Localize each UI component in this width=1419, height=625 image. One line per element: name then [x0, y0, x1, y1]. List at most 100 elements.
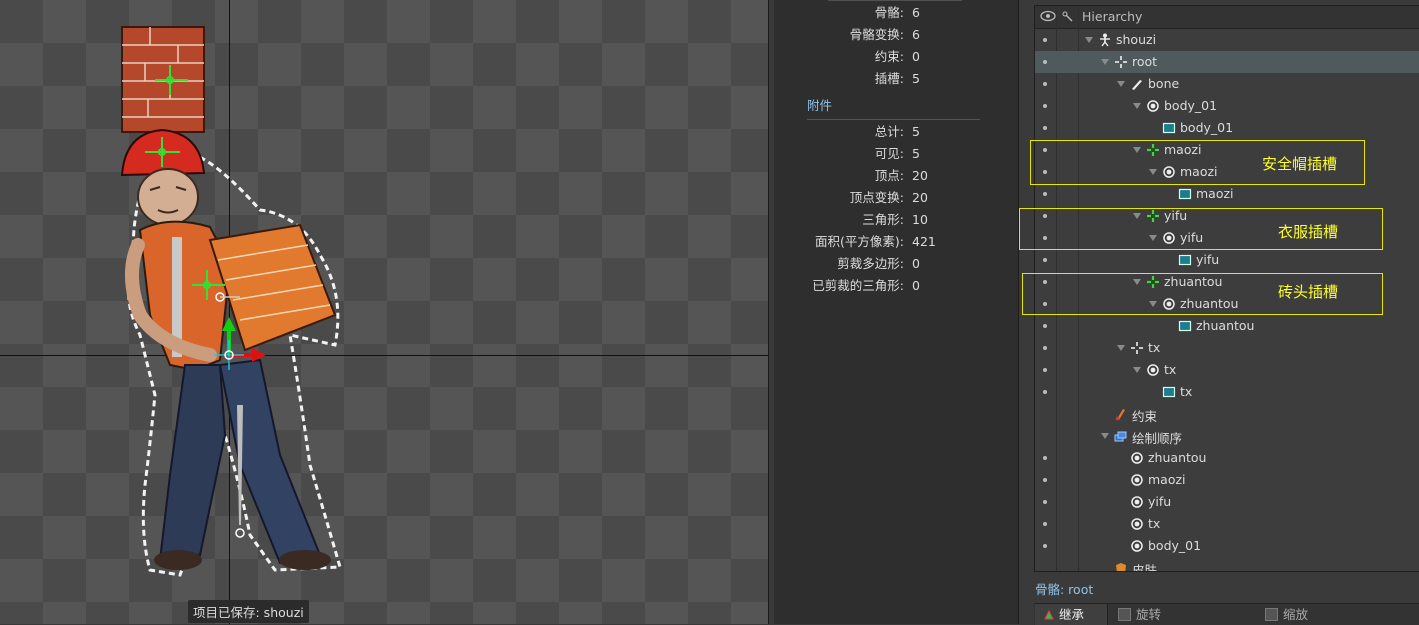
metric-label: 面积(平方像素): — [815, 234, 904, 249]
hierarchy-row[interactable]: 绘制顺序 — [1035, 425, 1419, 447]
visibility-dot[interactable] — [1043, 192, 1047, 196]
metric-label: 总计: — [874, 124, 904, 139]
node-label: body_01 — [1180, 120, 1234, 135]
inherit-label: 继承 — [1059, 607, 1085, 622]
metric-value: 6 — [912, 5, 920, 20]
metric-row: 面积(平方像素): 421 — [774, 231, 1018, 253]
metric-row: 剪裁多边形: 0 — [774, 253, 1018, 275]
node-label: tx — [1148, 516, 1161, 531]
hierarchy-header: Hierarchy — [1035, 6, 1419, 29]
node-label: maozi — [1196, 186, 1234, 201]
hierarchy-row[interactable]: body_01 — [1035, 535, 1419, 557]
hierarchy-row[interactable]: bone — [1035, 73, 1419, 95]
visibility-dot[interactable] — [1043, 500, 1047, 504]
visibility-dot[interactable] — [1043, 82, 1047, 86]
bone-column-icon[interactable] — [1062, 11, 1074, 23]
visibility-dot[interactable] — [1043, 324, 1047, 328]
metric-value: 10 — [912, 212, 928, 227]
hierarchy-row[interactable]: shouzi — [1035, 29, 1419, 51]
region-icon — [1178, 320, 1192, 332]
expand-arrow-icon[interactable] — [1117, 345, 1125, 351]
node-label: body_01 — [1148, 538, 1202, 553]
hierarchy-row[interactable]: yifu — [1035, 249, 1419, 271]
worker-character-art[interactable] — [100, 15, 360, 585]
bone-properties-bar: 继承 旋转 缩放 — [1034, 603, 1419, 625]
node-label: zhuantou — [1148, 450, 1207, 465]
node-label: 绘制顺序 — [1132, 431, 1183, 446]
metric-value: 5 — [912, 146, 920, 161]
expand-arrow-icon[interactable] — [1101, 59, 1109, 65]
visibility-dot[interactable] — [1043, 104, 1047, 108]
annotation-helmet-slot: 安全帽插槽 — [1262, 155, 1338, 173]
slot-icon — [1131, 452, 1143, 464]
hierarchy-row[interactable]: tx — [1035, 359, 1419, 381]
node-label: maozi — [1148, 472, 1186, 487]
node-label: tx — [1164, 362, 1177, 377]
visibility-dot[interactable] — [1043, 478, 1047, 482]
hierarchy-row[interactable]: root — [1035, 51, 1419, 73]
attachments-heading: 附件 — [807, 98, 833, 113]
metric-value: 5 — [912, 124, 920, 139]
region-icon — [1162, 386, 1176, 398]
hierarchy-row[interactable]: body_01 — [1035, 117, 1419, 139]
metric-row: 顶点: 20 — [774, 165, 1018, 187]
expand-arrow-icon[interactable] — [1101, 433, 1109, 439]
visibility-dot[interactable] — [1043, 522, 1047, 526]
scale-label: 缩放 — [1283, 607, 1309, 622]
visibility-dot[interactable] — [1043, 126, 1047, 130]
inherit-icon — [1044, 609, 1054, 620]
expand-arrow-icon[interactable] — [1133, 367, 1141, 373]
panel-divider[interactable] — [768, 0, 769, 624]
expand-arrow-icon[interactable] — [1133, 103, 1141, 109]
save-toast: 项目已保存: shouzi — [188, 600, 309, 623]
metric-value: 421 — [912, 234, 936, 249]
hierarchy-row[interactable]: body_01 — [1035, 95, 1419, 117]
hierarchy-row[interactable]: tx — [1035, 513, 1419, 535]
skeleton-icon — [1100, 33, 1110, 47]
metric-row: 骨骼变换: 6 — [774, 24, 1018, 46]
region-icon — [1178, 254, 1192, 266]
metric-label: 已剪裁的三角形: — [812, 278, 904, 293]
hierarchy-row[interactable]: 约束 — [1035, 403, 1419, 425]
annotation-clothes-slot: 衣服插槽 — [1278, 223, 1339, 241]
node-label: root — [1132, 54, 1158, 69]
visibility-dot[interactable] — [1043, 368, 1047, 372]
visibility-dot[interactable] — [1043, 456, 1047, 460]
hierarchy-row[interactable]: maozi — [1035, 469, 1419, 491]
hierarchy-row[interactable]: 皮肤 — [1035, 557, 1419, 571]
expand-arrow-icon[interactable] — [1085, 37, 1093, 43]
visibility-dot[interactable] — [1043, 38, 1047, 42]
attachments-divider — [807, 119, 980, 120]
metric-value: 6 — [912, 27, 920, 42]
inherit-scale-toggle[interactable]: 缩放 — [1265, 604, 1308, 625]
hierarchy-row[interactable]: maozi — [1035, 183, 1419, 205]
region-icon — [1178, 188, 1192, 200]
metric-value: 5 — [912, 71, 920, 86]
hierarchy-row[interactable]: tx — [1035, 381, 1419, 403]
node-label: yifu — [1148, 494, 1172, 509]
draw-order-icon — [1114, 431, 1127, 442]
inherit-rotate-toggle[interactable]: 旋转 — [1118, 604, 1161, 625]
scale-checkbox[interactable] — [1265, 608, 1278, 621]
panel-divider-2[interactable] — [1018, 0, 1019, 624]
expand-arrow-icon[interactable] — [1117, 81, 1125, 87]
hierarchy-row[interactable]: zhuantou — [1035, 315, 1419, 337]
hierarchy-row[interactable]: zhuantou — [1035, 447, 1419, 469]
visibility-dot[interactable] — [1043, 258, 1047, 262]
visibility-dot[interactable] — [1043, 544, 1047, 548]
metric-row: 骨骼: 6 — [774, 2, 1018, 24]
visibility-dot[interactable] — [1043, 390, 1047, 394]
metric-label: 顶点: — [874, 168, 904, 183]
viewport-canvas[interactable]: 项目已保存: shouzi — [0, 0, 768, 624]
inherit-tab[interactable]: 继承 — [1035, 604, 1108, 625]
slot-icon — [1131, 518, 1143, 530]
hierarchy-row[interactable]: yifu — [1035, 491, 1419, 513]
metric-value: 0 — [912, 49, 920, 64]
visibility-dot[interactable] — [1043, 346, 1047, 350]
metric-row: 顶点变换: 20 — [774, 187, 1018, 209]
hierarchy-row[interactable]: tx — [1035, 337, 1419, 359]
metric-row: 插槽: 5 — [774, 68, 1018, 90]
visibility-eye-icon[interactable] — [1040, 10, 1056, 22]
visibility-dot[interactable] — [1043, 60, 1047, 64]
rotate-checkbox[interactable] — [1118, 608, 1131, 621]
